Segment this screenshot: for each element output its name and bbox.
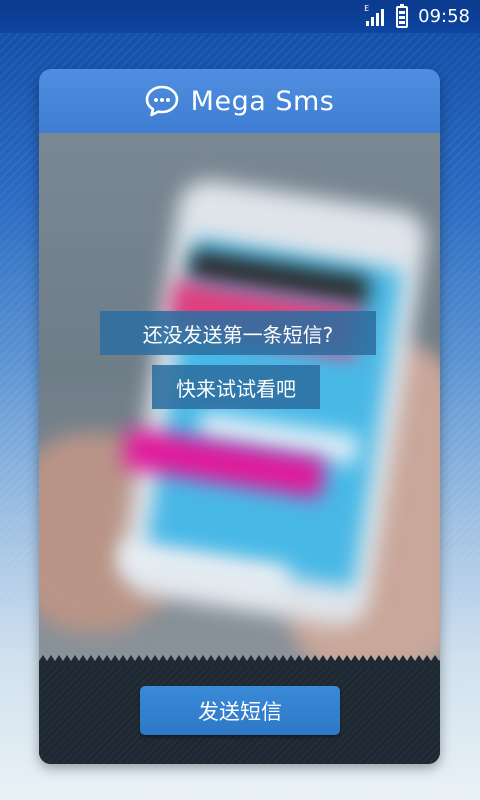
zigzag-divider: [39, 655, 440, 667]
status-clock: 09:58: [418, 6, 470, 27]
signal-icon: E: [364, 4, 386, 28]
empty-state-prompt-line2: 快来试试看吧: [152, 365, 320, 409]
status-bar: E 09:58: [0, 0, 480, 33]
app-header: Mega Sms: [39, 69, 440, 133]
send-sms-button[interactable]: 发送短信: [140, 686, 340, 735]
app-card: Mega Sms 还没发送第一条短信? 快来试试看吧 发送短信: [39, 69, 440, 764]
empty-state-prompt-line1: 还没发送第一条短信?: [100, 311, 376, 355]
chat-bubble-icon: [145, 85, 178, 117]
app-title: Mega Sms: [190, 85, 335, 117]
battery-icon: [396, 3, 409, 28]
